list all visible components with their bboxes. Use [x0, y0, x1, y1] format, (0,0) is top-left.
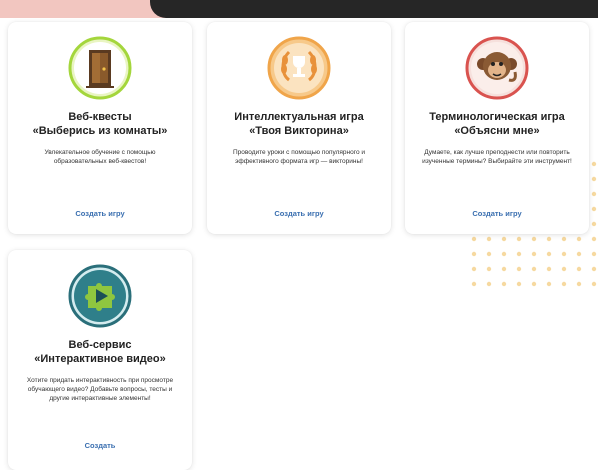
card-terminology-game[interactable]: Терминологическая игра «Объясни мне» Дум… [405, 22, 589, 234]
card-interactive-video[interactable]: Веб-сервис «Интерактивное видео» Хотите … [8, 250, 192, 470]
create-link[interactable]: Создать [8, 441, 192, 450]
card-title-line2: «Интерактивное видео» [34, 353, 166, 365]
card-description: Хотите придать интерактивность при просм… [26, 377, 174, 402]
video-puzzle-icon [68, 264, 132, 328]
card-title-line2: «Объясни мне» [454, 125, 540, 137]
card-quiz[interactable]: Интеллектуальная игра «Твоя Викторина» П… [207, 22, 391, 234]
laurel-trophy-icon [267, 36, 331, 100]
top-banner-decoration [0, 0, 598, 18]
card-description: Увлекательное обучение с помощью образов… [44, 149, 156, 165]
card-web-quest[interactable]: Веб-квесты «Выберись из комнаты» Увлекат… [8, 22, 192, 234]
card-description: Проводите уроки с помощью популярного и … [232, 149, 366, 165]
card-title: Терминологическая игра «Объясни мне» [415, 110, 579, 138]
create-game-link[interactable]: Создать игру [207, 209, 391, 218]
monkey-icon [465, 36, 529, 100]
card-description: Думаете, как лучше преподнести или повто… [422, 149, 572, 165]
card-title-line1: Веб-сервис [68, 339, 132, 351]
card-title: Интеллектуальная игра «Твоя Викторина» [217, 110, 381, 138]
door-icon [68, 36, 132, 100]
card-title-line2: «Твоя Викторина» [249, 125, 349, 137]
card-title-line1: Интеллектуальная игра [234, 111, 364, 123]
card-title-line2: «Выберись из комнаты» [32, 125, 168, 137]
banner-dark-strip [150, 0, 598, 18]
create-game-link[interactable]: Создать игру [405, 209, 589, 218]
create-game-link[interactable]: Создать игру [8, 209, 192, 218]
card-title: Веб-сервис «Интерактивное видео» [18, 338, 182, 366]
card-title: Веб-квесты «Выберись из комнаты» [18, 110, 182, 138]
card-title-line1: Терминологическая игра [429, 111, 565, 123]
card-title-line1: Веб-квесты [68, 111, 132, 123]
